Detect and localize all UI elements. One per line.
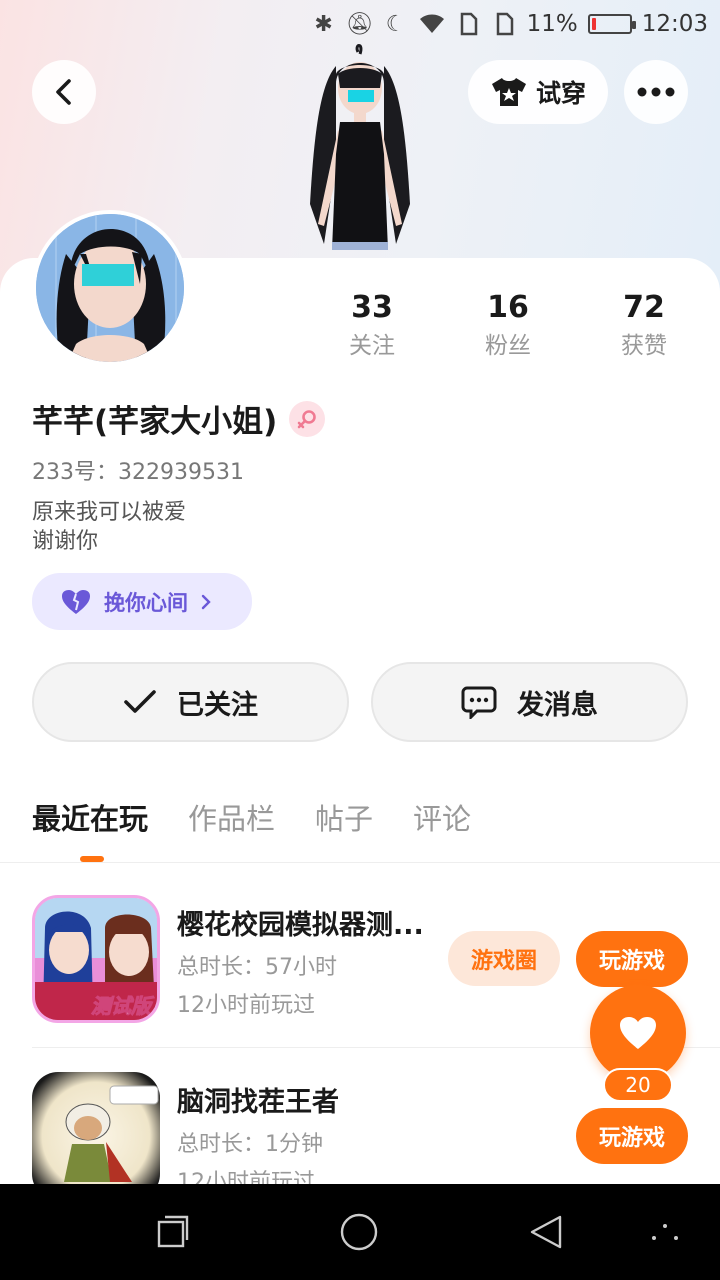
female-gender-icon [289, 400, 326, 437]
like-count-badge: 20 [603, 1068, 673, 1102]
chevron-right-icon [201, 594, 211, 609]
battery-icon [587, 14, 636, 34]
like-float-button[interactable] [590, 985, 686, 1081]
mute-icon: 🔕︎ [345, 11, 374, 37]
tshirt-icon [491, 78, 526, 106]
character-avatar-figure [310, 44, 410, 250]
stat-followers[interactable]: 16 粉丝 [440, 290, 576, 366]
stat-value: 72 [623, 290, 665, 325]
chevron-left-icon [56, 79, 71, 105]
play-game-button[interactable]: 玩游戏 [576, 1108, 688, 1164]
bio: 原来我可以被爱 谢谢你 [32, 498, 186, 556]
sim-icon [491, 11, 517, 37]
back-triangle-icon [530, 1215, 562, 1249]
system-navigation-bar [0, 1184, 720, 1280]
play-game-button[interactable]: 玩游戏 [576, 931, 688, 987]
tab-comments[interactable]: 评论 [413, 796, 471, 844]
sim-icon [455, 11, 481, 37]
user-id: 233号：322939531 [32, 460, 244, 485]
stat-likes[interactable]: 72 获赞 [576, 290, 712, 366]
stat-following[interactable]: 33 关注 [304, 290, 440, 366]
tab-works[interactable]: 作品栏 [188, 796, 275, 844]
send-message-label: 发消息 [517, 689, 598, 721]
home-circle-icon [340, 1213, 378, 1251]
game-icon: 测试版 [32, 895, 160, 1023]
stat-value: 16 [487, 290, 529, 325]
checkmark-icon [124, 690, 156, 713]
nickname: 芊芊(芊家大小姐) [32, 404, 278, 440]
profile-tabs: 最近在玩 作品栏 帖子 评论 [32, 796, 471, 844]
stat-label: 粉丝 [485, 333, 531, 359]
recent-apps-icon [157, 1215, 189, 1248]
status-bar: ✱ 🔕︎ ☾ 11% 12:03 [0, 0, 720, 48]
chat-bubble-icon [461, 686, 497, 719]
moon-icon: ☾ [385, 11, 406, 37]
stat-value: 33 [351, 290, 393, 325]
tab-recently-played[interactable]: 最近在玩 [32, 796, 148, 844]
bluetooth-icon: ✱ [314, 11, 333, 37]
game-icon-badge: 测试版 [91, 994, 152, 1019]
game-title: 脑洞找茬王者 [177, 1087, 339, 1118]
bio-line: 谢谢你 [32, 529, 99, 554]
battery-level-fill [591, 18, 597, 30]
clock-time: 12:03 [641, 11, 708, 37]
stat-label: 获赞 [621, 333, 667, 359]
back-button[interactable] [32, 60, 96, 124]
avatar-illustration [36, 214, 184, 362]
battery-percent: 11% [526, 11, 578, 37]
game-duration: 总时长：1分钟 [177, 1132, 323, 1157]
bio-line: 原来我可以被爱 [32, 500, 187, 525]
avatar[interactable] [32, 210, 188, 366]
wifi-icon [419, 11, 445, 37]
send-message-button[interactable]: 发消息 [371, 662, 688, 742]
game-icon [32, 1072, 160, 1200]
heart-icon [62, 589, 90, 614]
assistant-dots-icon [652, 1224, 678, 1240]
profile-stats: 33 关注 16 粉丝 72 获赞 [304, 290, 712, 366]
heart-icon [620, 1017, 656, 1049]
game-last-played: 12小时前玩过 [177, 993, 315, 1018]
game-title: 樱花校园模拟器测... [177, 910, 424, 941]
back-nav-button[interactable] [526, 1212, 566, 1252]
heart-pill-label: 挽你心间 [104, 590, 188, 615]
assistant-dots-button[interactable] [645, 1212, 685, 1252]
game-circle-button[interactable]: 游戏圈 [448, 931, 560, 986]
heart-relationship-pill[interactable]: 挽你心间 [32, 573, 252, 630]
followed-button[interactable]: 已关注 [32, 662, 349, 742]
tab-posts[interactable]: 帖子 [315, 796, 373, 844]
try-on-label: 试穿 [535, 79, 586, 108]
divider [0, 862, 720, 863]
more-options-button[interactable] [624, 60, 688, 124]
nickname-row: 芊芊(芊家大小姐) [32, 396, 326, 441]
followed-label: 已关注 [177, 689, 258, 721]
recent-apps-button[interactable] [153, 1212, 193, 1252]
more-dots-icon [637, 87, 675, 97]
try-on-button[interactable]: 试穿 [468, 60, 608, 124]
home-button[interactable] [339, 1212, 379, 1252]
game-duration: 总时长：57小时 [177, 955, 337, 980]
stat-label: 关注 [349, 333, 395, 359]
